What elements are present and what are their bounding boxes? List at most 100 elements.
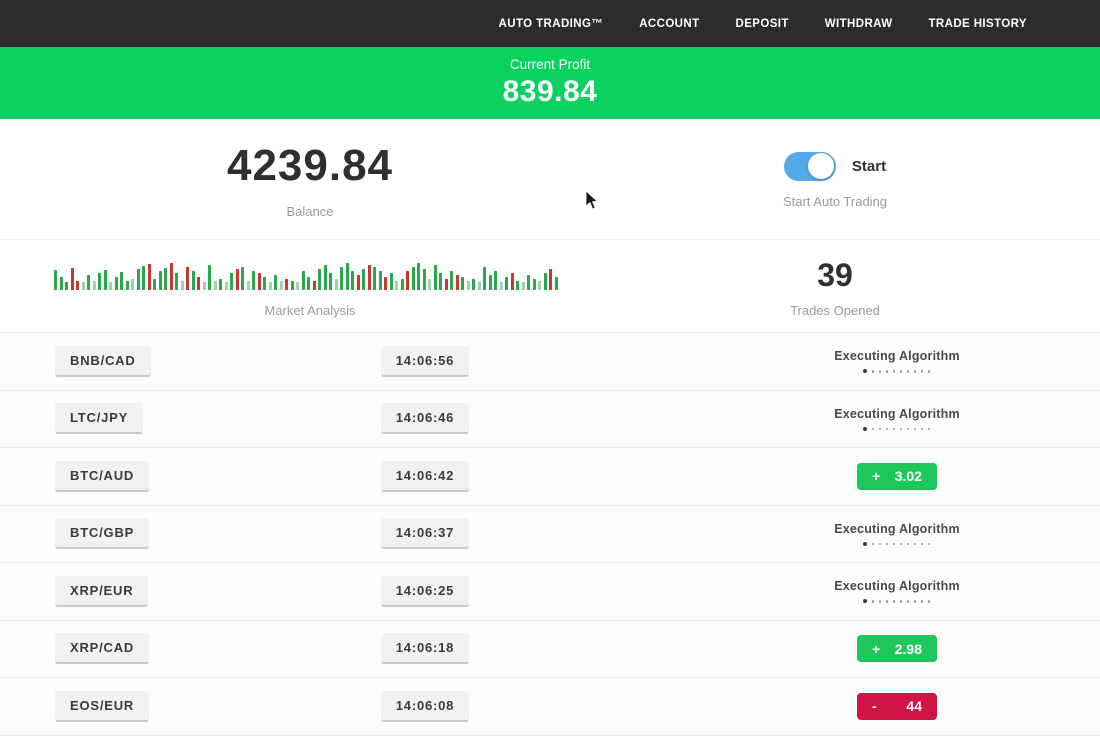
chart-bar-up xyxy=(467,281,470,290)
trade-time-cell: 14:06:08 xyxy=(320,691,530,722)
trade-pair-badge: BTC/AUD xyxy=(55,461,149,492)
chart-bar-up xyxy=(428,279,431,290)
trade-time-badge: 14:06:37 xyxy=(381,518,469,549)
balance-toggle-row: 4239.84 Balance Start Start Auto Trading xyxy=(0,119,1100,240)
executing-algorithm-label: Executing Algorithm xyxy=(834,579,960,593)
chart-bar-up xyxy=(417,263,420,290)
loading-dot xyxy=(879,428,882,431)
toggle-knob-icon xyxy=(808,153,834,179)
auto-trading-toggle[interactable] xyxy=(784,152,836,181)
chart-bar-down xyxy=(285,279,288,290)
trade-pair-cell: BTC/AUD xyxy=(0,461,320,492)
chart-bar-up xyxy=(483,267,486,290)
chart-bar-up xyxy=(159,271,162,290)
loading-dot xyxy=(886,600,889,603)
chart-bar-up xyxy=(181,281,184,290)
trade-row: BTC/GBP 14:06:37 Executing Algorithm xyxy=(0,506,1100,564)
nav-item-account[interactable]: ACCOUNT xyxy=(639,18,699,30)
loading-dot xyxy=(863,599,867,603)
chart-bar-up xyxy=(208,265,211,290)
trade-status-cell: +3.02 xyxy=(530,463,1100,490)
trade-pair-badge: BNB/CAD xyxy=(55,346,151,377)
executing-algorithm-status: Executing Algorithm xyxy=(834,579,960,603)
chart-bar-down xyxy=(76,281,79,290)
loading-dots-icon xyxy=(863,369,930,373)
chart-bar-up xyxy=(98,273,101,290)
chart-bar-up xyxy=(263,277,266,290)
loading-dot xyxy=(928,543,931,546)
chart-bar-up xyxy=(555,277,558,290)
chart-bar-up xyxy=(329,273,332,290)
nav-item-auto-trading[interactable]: AUTO TRADING™ xyxy=(499,18,604,30)
trade-time-cell: 14:06:46 xyxy=(320,403,530,434)
auto-trading-page: AUTO TRADING™ ACCOUNT DEPOSIT WITHDRAW TRADE… xyxy=(0,0,1100,742)
trade-row: LTC/JPY 14:06:46 Executing Algorithm xyxy=(0,391,1100,449)
trades-opened-value: 39 xyxy=(817,257,853,294)
chart-bar-up xyxy=(401,279,404,290)
trade-row: BNB/CAD 14:06:56 Executing Algorithm xyxy=(0,333,1100,391)
loading-dot xyxy=(893,600,896,603)
chart-bar-up xyxy=(395,281,398,290)
loading-dot xyxy=(928,370,931,373)
chart-bar-up xyxy=(230,273,233,290)
chart-bar-down xyxy=(549,269,552,290)
trade-status-cell: Executing Algorithm xyxy=(530,522,1100,546)
chart-bar-up xyxy=(296,282,299,290)
nav-item-deposit[interactable]: DEPOSIT xyxy=(736,18,789,30)
chart-bar-up xyxy=(241,267,244,290)
loading-dot xyxy=(886,543,889,546)
chart-bar-up xyxy=(362,269,365,290)
loading-dot xyxy=(879,543,882,546)
trade-pair-badge: XRP/CAD xyxy=(55,633,149,664)
loading-dot xyxy=(893,370,896,373)
chart-bar-up xyxy=(379,271,382,290)
chart-bar-up xyxy=(500,282,503,290)
executing-algorithm-label: Executing Algorithm xyxy=(834,522,960,536)
loading-dot xyxy=(900,600,903,603)
chart-bar-down xyxy=(456,275,459,290)
chart-bar-up xyxy=(280,281,283,290)
trades-opened-label: Trades Opened xyxy=(790,303,880,318)
chart-bar-down xyxy=(313,281,316,290)
chart-bar-down xyxy=(170,263,173,290)
chart-bar-down xyxy=(511,273,514,290)
trade-row: EOS/EUR 14:06:08 -44 xyxy=(0,678,1100,736)
chart-bar-up xyxy=(247,281,250,290)
loading-dots-icon xyxy=(863,599,930,603)
chart-bar-up xyxy=(54,270,57,290)
chart-bar-up xyxy=(93,281,96,290)
chart-bar-up xyxy=(120,272,123,290)
chart-bar-up xyxy=(203,282,206,290)
trade-profit-badge: +2.98 xyxy=(857,635,937,662)
chart-bar-down xyxy=(197,277,200,290)
chart-bar-up xyxy=(109,282,112,290)
chart-bar-up xyxy=(516,281,519,290)
trade-pair-cell: EOS/EUR xyxy=(0,691,320,722)
loading-dot xyxy=(872,600,875,603)
chart-bar-up xyxy=(390,273,393,290)
trade-time-badge: 14:06:42 xyxy=(381,461,469,492)
trade-time-cell: 14:06:56 xyxy=(320,346,530,377)
loading-dot xyxy=(914,600,917,603)
chart-bar-up xyxy=(225,282,228,290)
trade-row: XRP/EUR 14:06:25 Executing Algorithm xyxy=(0,563,1100,621)
result-sign: + xyxy=(872,468,880,484)
top-navbar: AUTO TRADING™ ACCOUNT DEPOSIT WITHDRAW TRADE… xyxy=(0,0,1100,47)
chart-bar-up xyxy=(527,275,530,290)
loading-dot xyxy=(900,543,903,546)
trade-loss-badge: -44 xyxy=(857,693,937,720)
chart-bar-up xyxy=(533,279,536,290)
loading-dot xyxy=(879,370,882,373)
nav-item-trade-history[interactable]: TRADE HISTORY xyxy=(929,18,1028,30)
chart-bar-down xyxy=(357,275,360,290)
loading-dot xyxy=(863,542,867,546)
chart-bar-up xyxy=(351,271,354,290)
chart-bar-up xyxy=(115,277,118,290)
loading-dot xyxy=(921,428,924,431)
loading-dots-icon xyxy=(863,427,930,431)
nav-item-withdraw[interactable]: WITHDRAW xyxy=(825,18,893,30)
loading-dot xyxy=(928,428,931,431)
trade-status-cell: Executing Algorithm xyxy=(530,579,1100,603)
trade-pair-badge: BTC/GBP xyxy=(55,518,149,549)
result-sign: - xyxy=(872,698,877,714)
